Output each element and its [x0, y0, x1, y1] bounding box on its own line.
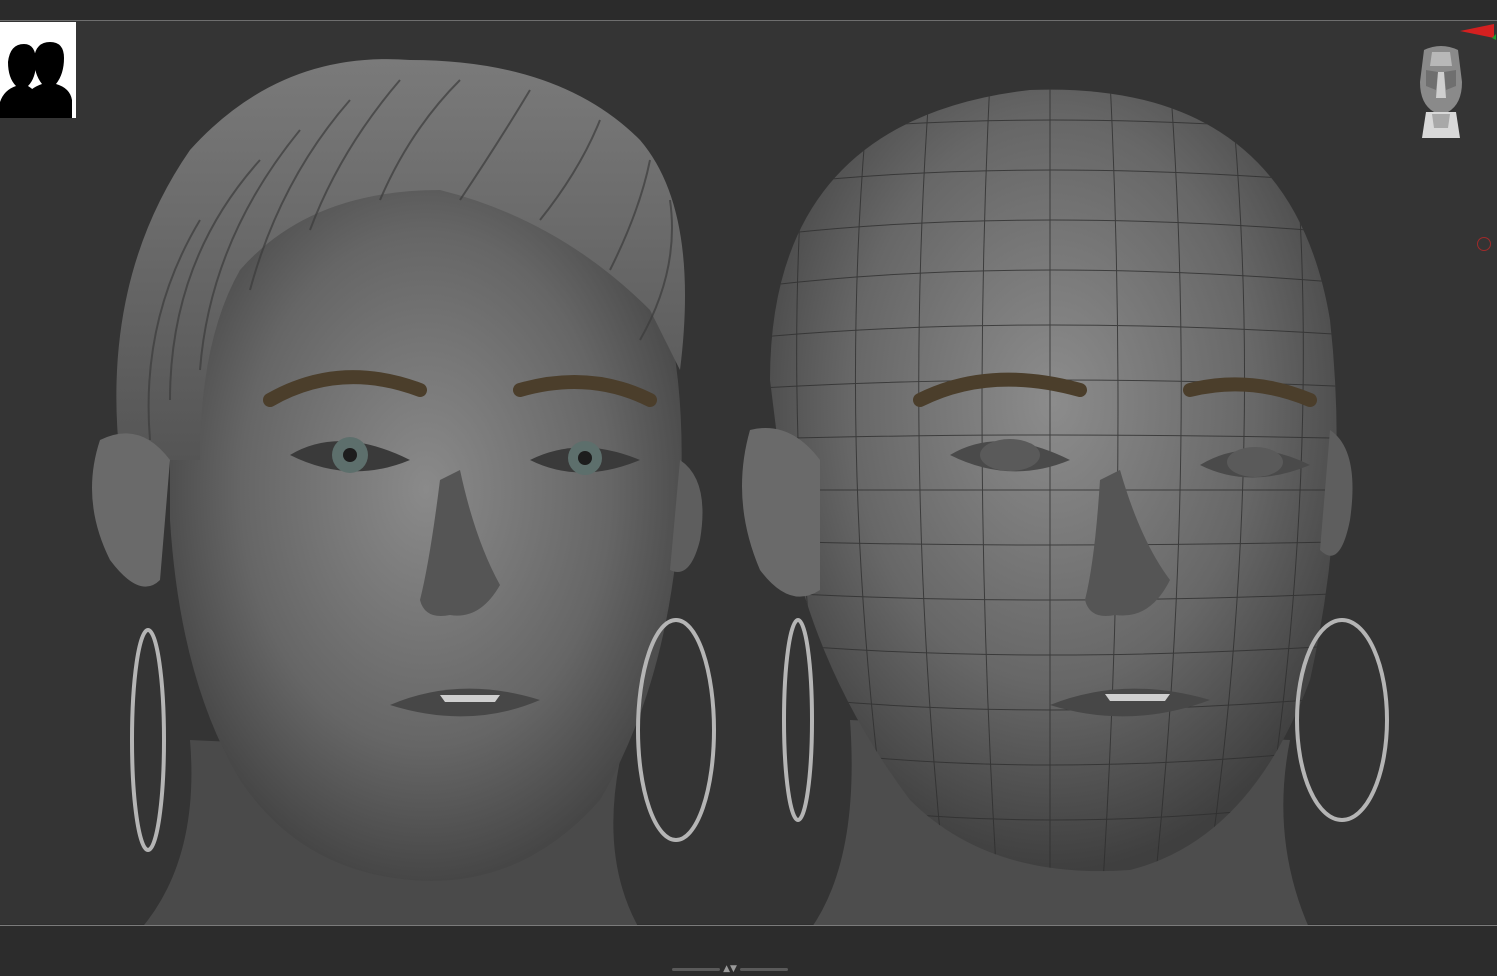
head-orientation-icon[interactable]: [1412, 42, 1470, 144]
document-thumbnail[interactable]: [0, 22, 76, 118]
head-sculpt-icon[interactable]: [80, 40, 740, 930]
head-wireframe-icon[interactable]: [730, 80, 1420, 930]
red-axis-flag-icon: [1460, 24, 1496, 40]
red-marker-icon: [1477, 237, 1491, 251]
shelf-handle-left: [672, 967, 721, 971]
bottom-shelf-toggle[interactable]: ▲▼: [665, 964, 795, 974]
top-shelf: [0, 0, 1497, 21]
expand-collapse-icon: ▲▼: [723, 964, 737, 974]
shelf-handle-right: [739, 967, 788, 971]
two-heads-silhouette-icon: [0, 42, 72, 118]
